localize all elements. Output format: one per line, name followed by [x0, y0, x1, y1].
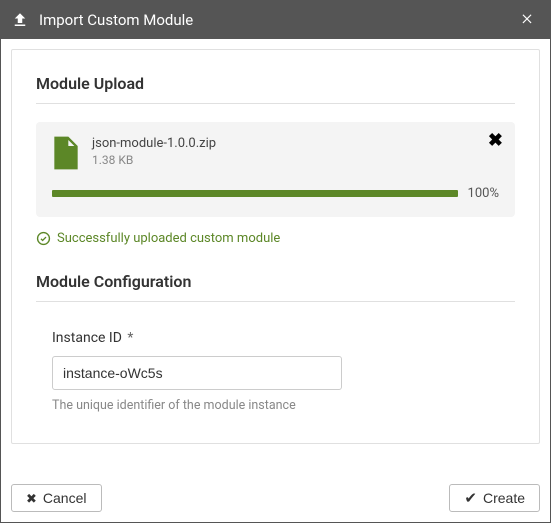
instance-id-help: The unique identifier of the module inst… [52, 398, 499, 413]
instance-id-input[interactable] [52, 356, 342, 390]
upload-status: Successfully uploaded custom module [36, 231, 515, 246]
content-panel: Module Upload json-module-1.0.0.zip 1.38… [11, 49, 540, 444]
check-icon: ✔ [464, 491, 477, 506]
dialog-body: Module Upload json-module-1.0.0.zip 1.38… [1, 39, 550, 478]
success-icon [36, 231, 51, 246]
create-button[interactable]: ✔ Create [449, 484, 540, 512]
remove-file-button[interactable]: ✖ [488, 132, 503, 150]
upload-progress-text: 100% [468, 186, 499, 201]
close-button[interactable] [514, 9, 540, 31]
upload-section-title: Module Upload [36, 74, 515, 101]
divider [36, 301, 515, 302]
config-section: Module Configuration Instance ID * The u… [36, 272, 515, 413]
file-name: json-module-1.0.0.zip [92, 136, 499, 151]
upload-icon [11, 11, 29, 29]
dialog-header: Import Custom Module [1, 1, 550, 39]
upload-status-text: Successfully uploaded custom module [57, 231, 280, 246]
upload-progress-bar [52, 190, 458, 197]
divider [36, 103, 515, 104]
remove-icon: ✖ [488, 130, 503, 151]
upload-file-box: json-module-1.0.0.zip 1.38 KB ✖ 100% [36, 122, 515, 217]
file-size: 1.38 KB [92, 153, 499, 167]
required-marker: * [127, 330, 133, 346]
file-icon [52, 136, 80, 170]
instance-id-field-group: Instance ID * The unique identifier of t… [36, 320, 515, 413]
dialog-title: Import Custom Module [39, 11, 504, 29]
dialog-footer: ✖ Cancel ✔ Create [1, 478, 550, 522]
close-icon [520, 9, 534, 30]
instance-id-label: Instance ID * [52, 330, 499, 346]
instance-id-label-text: Instance ID [52, 330, 122, 346]
cancel-button-label: Cancel [43, 490, 87, 506]
upload-section: Module Upload json-module-1.0.0.zip 1.38… [36, 74, 515, 246]
cancel-icon: ✖ [26, 492, 37, 505]
create-button-label: Create [483, 490, 525, 506]
config-section-title: Module Configuration [36, 272, 515, 299]
cancel-button[interactable]: ✖ Cancel [11, 484, 102, 512]
import-module-dialog: Import Custom Module Module Upload [0, 0, 551, 523]
